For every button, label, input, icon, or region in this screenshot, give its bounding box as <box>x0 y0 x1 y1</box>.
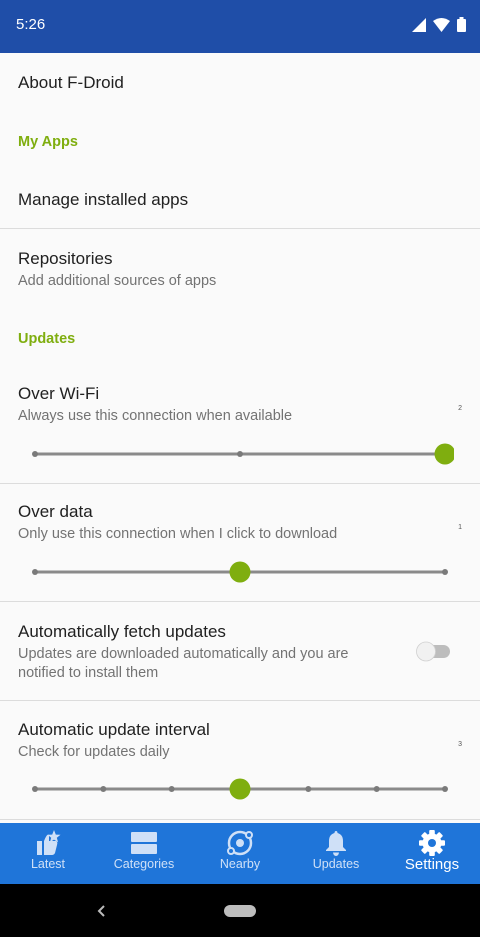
item-title: About F-Droid <box>18 73 124 92</box>
item-summary: Add additional sources of apps <box>18 273 217 289</box>
about-fdroid-item[interactable]: About F-Droid <box>0 53 480 113</box>
repositories-item[interactable]: Repositories Add additional sources of a… <box>0 229 480 309</box>
nav-label: Nearby <box>219 857 261 871</box>
slider-tick <box>442 569 448 575</box>
over-data-item: Over data Only use this connection when … <box>0 484 480 601</box>
nav-label: Latest <box>30 857 66 871</box>
battery-icon <box>457 17 466 32</box>
slider-tick <box>100 786 107 792</box>
nav-label: Settings <box>404 856 460 873</box>
item-title: Over Wi-Fi <box>18 384 100 403</box>
nearby-icon <box>227 830 253 856</box>
item-summary: Only use this connection when I click to… <box>18 526 338 542</box>
item-summary: Always use this connection when availabl… <box>18 408 293 424</box>
section-header-updates: Updates <box>18 331 76 347</box>
slider-value: 3 <box>458 741 462 748</box>
item-title: Automatically fetch updates <box>18 622 226 641</box>
slider-tick <box>32 786 38 792</box>
slider-tick <box>237 451 243 457</box>
divider <box>0 819 480 820</box>
over-wifi-slider[interactable] <box>26 442 454 466</box>
nav-nearby[interactable]: Nearby <box>192 823 288 884</box>
update-interval-slider[interactable] <box>26 777 454 801</box>
section-header-my-apps: My Apps <box>18 134 78 150</box>
over-wifi-item: Over Wi-Fi Always use this connection wh… <box>0 365 480 483</box>
item-title: Repositories <box>18 249 113 268</box>
system-navigation-bar <box>0 884 480 937</box>
item-summary: Updates are downloaded automatically and… <box>18 646 349 681</box>
item-title: Over data <box>18 502 93 521</box>
item-summary: Check for updates daily <box>18 744 170 760</box>
over-data-slider[interactable] <box>26 560 454 584</box>
update-interval-item: Automatic update interval Check for upda… <box>0 701 480 819</box>
nav-categories[interactable]: Categories <box>96 823 192 884</box>
slider-tick <box>442 786 448 792</box>
gear-icon <box>419 830 445 856</box>
bottom-navigation: Latest Categories Nearby Updates Setting… <box>0 823 480 884</box>
slider-tick <box>168 786 175 792</box>
nav-updates[interactable]: Updates <box>288 823 384 884</box>
nav-latest[interactable]: Latest <box>0 823 96 884</box>
slider-thumb[interactable] <box>229 778 251 800</box>
auto-fetch-updates-item[interactable]: Automatically fetch updates Updates are … <box>0 602 480 700</box>
bell-icon <box>326 831 346 856</box>
auto-fetch-toggle[interactable] <box>414 639 452 663</box>
item-title: Manage installed apps <box>18 190 189 209</box>
star-badge-icon <box>37 830 61 855</box>
slider-thumb[interactable] <box>434 443 455 465</box>
slider-tick <box>32 451 38 457</box>
slider-value: 2 <box>458 405 462 412</box>
slider-value: 1 <box>458 524 462 531</box>
signal-icon <box>412 17 426 32</box>
nav-settings[interactable]: Settings <box>384 823 480 884</box>
settings-list[interactable]: About F-Droid My Apps Manage installed a… <box>0 53 480 823</box>
slider-thumb[interactable] <box>229 561 251 583</box>
categories-icon <box>131 832 157 854</box>
nav-label: Updates <box>312 857 360 871</box>
status-bar: 5:26 <box>0 0 480 53</box>
status-time: 5:26 <box>16 16 46 33</box>
slider-tick <box>373 786 380 792</box>
slider-tick <box>305 786 312 792</box>
back-icon[interactable] <box>96 904 108 918</box>
nav-label: Categories <box>113 857 175 871</box>
wifi-icon <box>433 17 450 32</box>
manage-installed-apps-item[interactable]: Manage installed apps <box>0 168 480 228</box>
item-title: Automatic update interval <box>18 720 210 739</box>
slider-tick <box>32 569 38 575</box>
home-pill-icon[interactable] <box>224 905 256 917</box>
